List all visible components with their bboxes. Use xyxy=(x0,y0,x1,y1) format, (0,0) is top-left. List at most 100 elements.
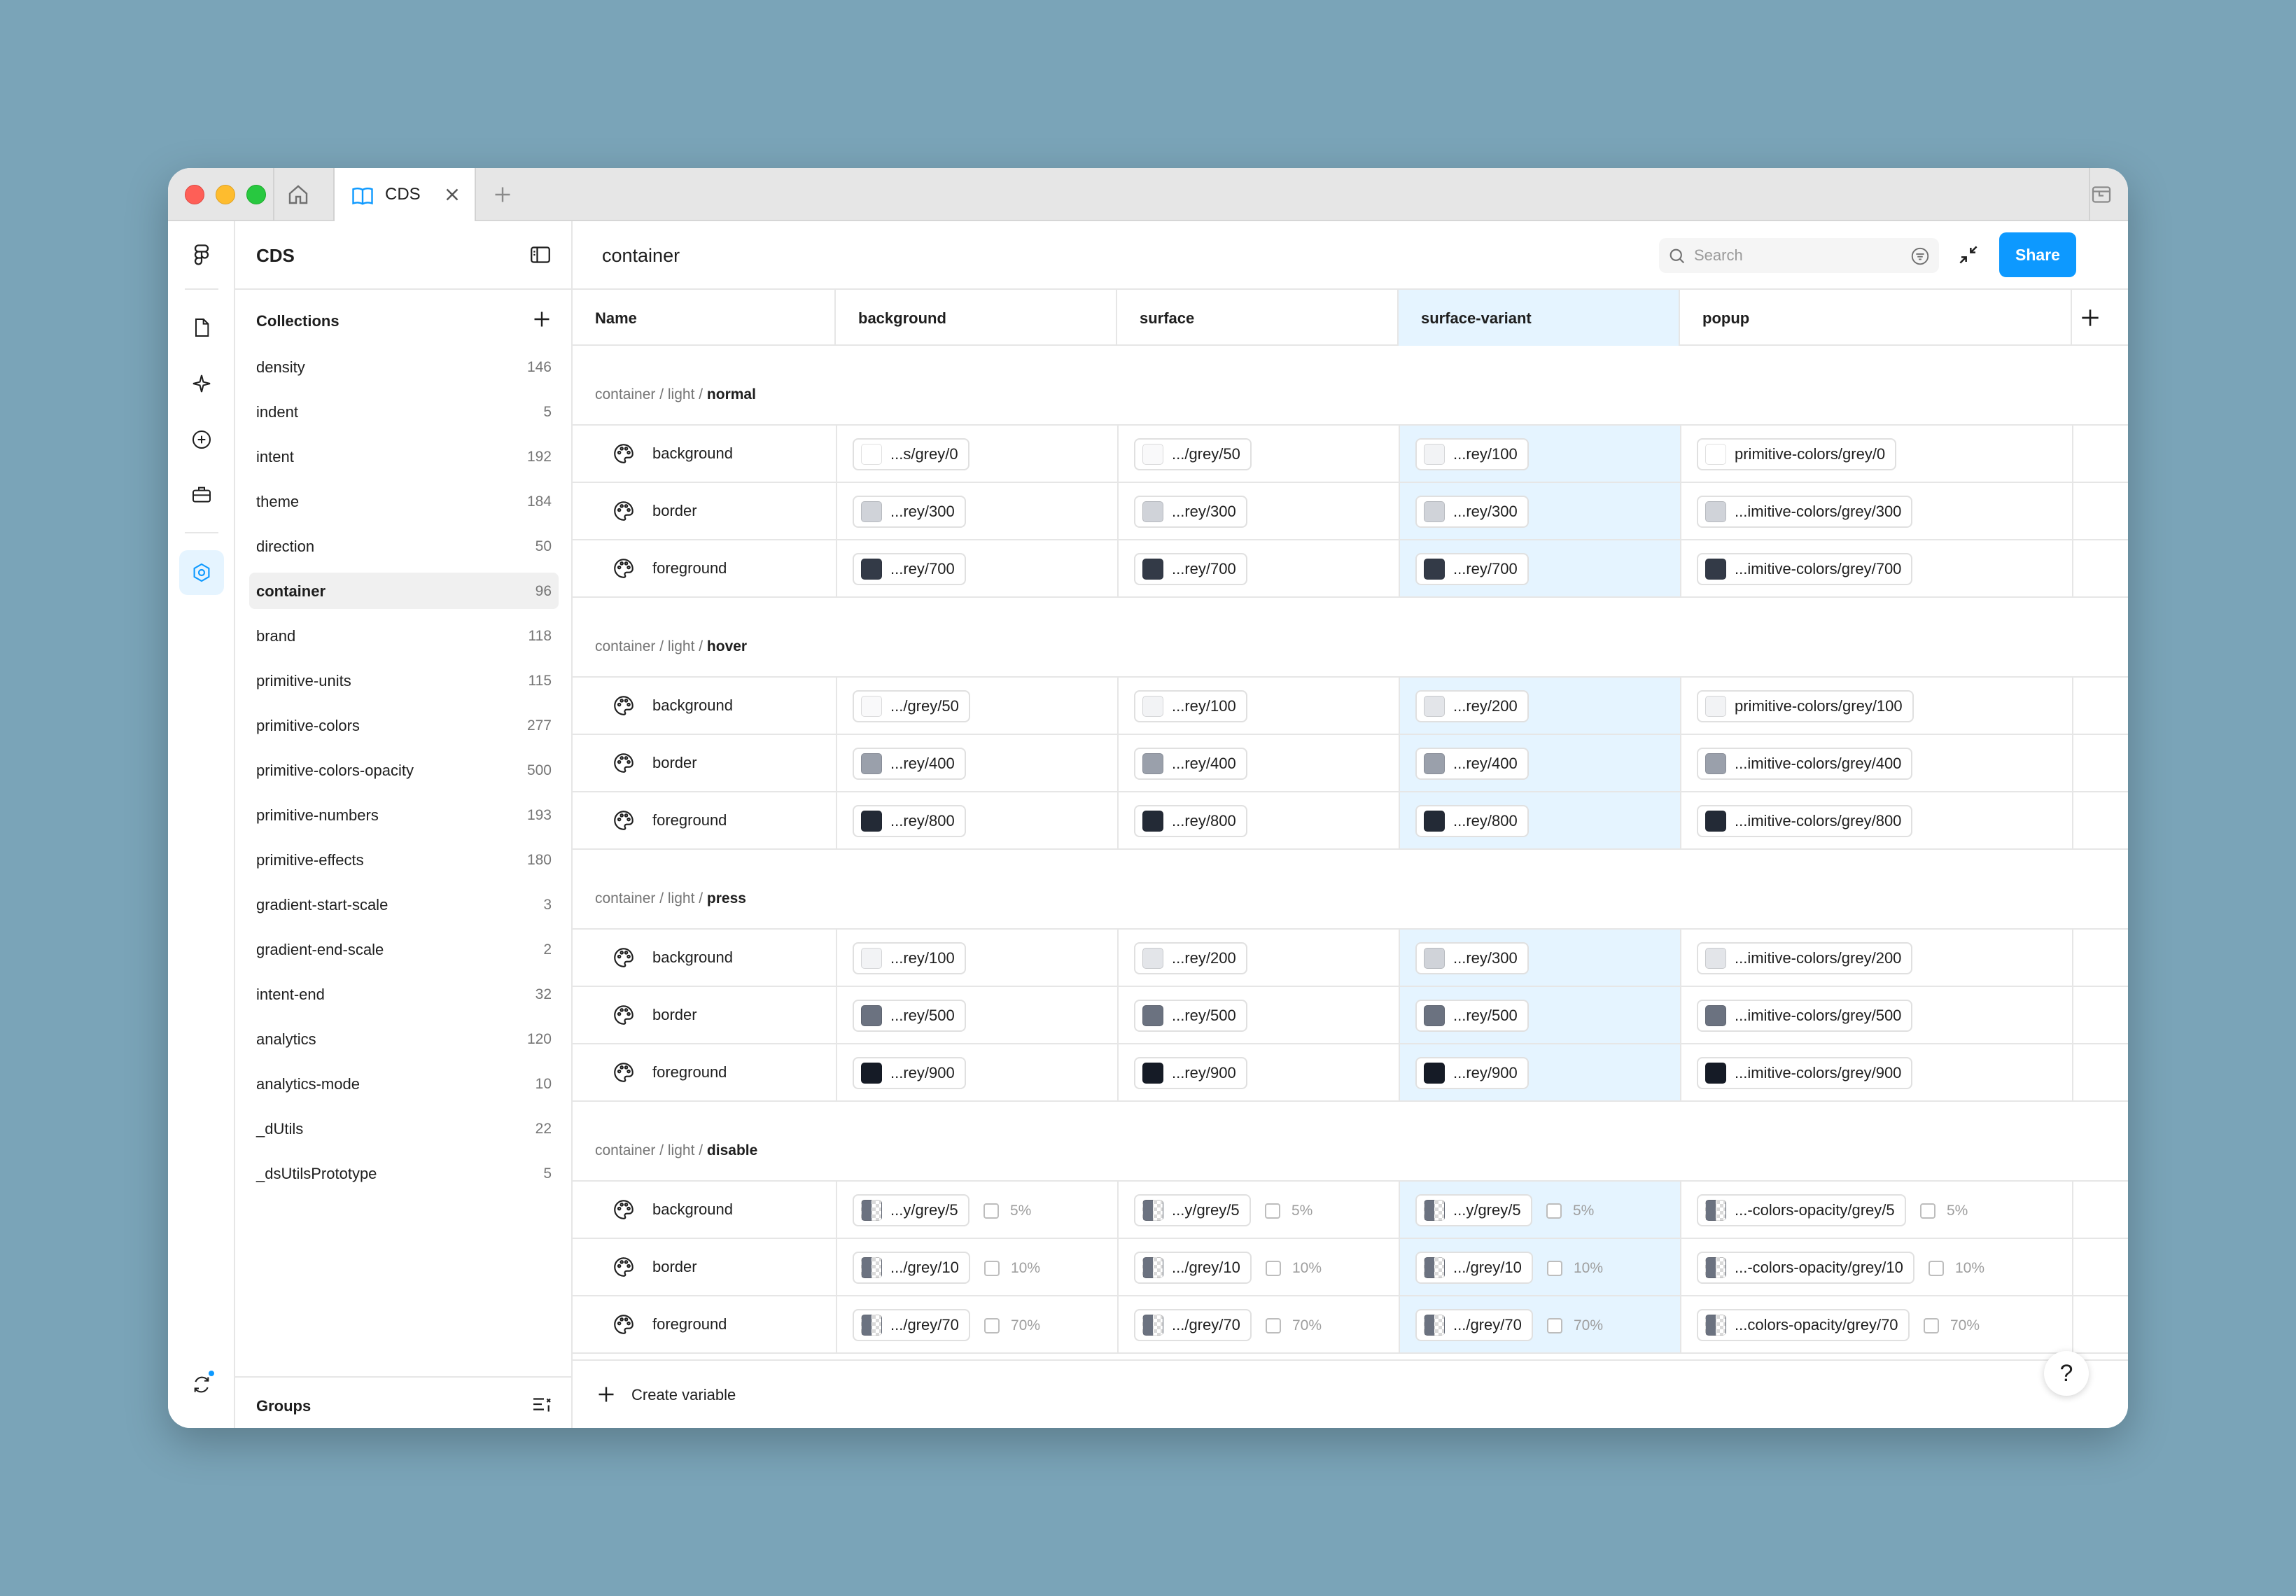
opacity-checkbox[interactable] xyxy=(983,1203,999,1219)
value-chip[interactable]: ...rey/200 xyxy=(1415,690,1529,722)
value-chip[interactable]: ...rey/700 xyxy=(853,553,966,585)
opacity-checkbox[interactable] xyxy=(1547,1318,1562,1334)
add-circle-icon[interactable] xyxy=(186,424,217,455)
opacity-checkbox[interactable] xyxy=(1546,1203,1562,1219)
collection-item[interactable]: intent 192 xyxy=(249,438,559,475)
collection-item[interactable]: direction 50 xyxy=(249,528,559,564)
value-chip[interactable]: ...colors-opacity/grey/70 xyxy=(1697,1309,1910,1341)
collection-item[interactable]: primitive-colors-opacity 500 xyxy=(249,752,559,788)
value-chip[interactable]: .../grey/70 xyxy=(853,1309,970,1341)
add-collection-button[interactable] xyxy=(529,307,554,332)
collection-item[interactable]: primitive-effects 180 xyxy=(249,841,559,878)
opacity-control[interactable]: 5% xyxy=(1546,1203,1594,1219)
value-chip[interactable]: ...rey/400 xyxy=(1415,748,1529,780)
collection-item[interactable]: analytics 120 xyxy=(249,1021,559,1057)
opacity-checkbox[interactable] xyxy=(1266,1261,1281,1276)
value-chip[interactable]: ...rey/200 xyxy=(1134,942,1247,974)
value-chip[interactable]: .../grey/50 xyxy=(1134,438,1252,470)
value-chip[interactable]: .../grey/10 xyxy=(1415,1252,1533,1284)
table-row[interactable]: foreground ...rey/900 ...rey/900 ...rey/900… xyxy=(573,1044,2128,1102)
table-row[interactable]: background ...y/grey/5 5% ...y/grey/5 5% ...y… xyxy=(573,1182,2128,1239)
collection-item[interactable]: primitive-numbers 193 xyxy=(249,797,559,833)
collection-item[interactable]: _dUtils 22 xyxy=(249,1110,559,1147)
sparkle-icon[interactable] xyxy=(186,368,217,399)
value-chip[interactable]: ...rey/700 xyxy=(1134,553,1247,585)
column-header-popup[interactable]: popup xyxy=(1680,290,2072,346)
value-chip[interactable]: ...imitive-colors/grey/300 xyxy=(1697,496,1913,528)
add-mode-button[interactable] xyxy=(2076,304,2104,332)
value-chip[interactable]: ...rey/100 xyxy=(853,942,966,974)
filter-icon[interactable] xyxy=(1910,246,1931,267)
collection-item[interactable]: density 146 xyxy=(249,349,559,385)
collection-item[interactable]: _dsUtilsPrototype 5 xyxy=(249,1155,559,1191)
value-chip[interactable]: ...rey/800 xyxy=(853,805,966,837)
variables-icon[interactable] xyxy=(186,557,217,588)
close-window-button[interactable] xyxy=(185,185,204,204)
tab-cds[interactable]: CDS xyxy=(335,168,475,223)
value-chip[interactable]: ...rey/400 xyxy=(853,748,966,780)
value-chip[interactable]: ...imitive-colors/grey/500 xyxy=(1697,1000,1913,1032)
create-variable-button[interactable]: Create variable xyxy=(573,1359,2128,1428)
collection-item[interactable]: gradient-start-scale 3 xyxy=(249,886,559,923)
value-chip[interactable]: ...y/grey/5 xyxy=(853,1194,969,1226)
value-chip[interactable]: primitive-colors/grey/100 xyxy=(1697,690,1914,722)
close-icon[interactable] xyxy=(440,182,465,207)
value-chip[interactable]: ...rey/500 xyxy=(1415,1000,1529,1032)
value-chip[interactable]: ...rey/900 xyxy=(853,1057,966,1089)
file-icon[interactable] xyxy=(186,312,217,343)
value-chip[interactable]: .../grey/10 xyxy=(1134,1252,1252,1284)
value-chip[interactable]: ...s/grey/0 xyxy=(853,438,969,470)
value-chip[interactable]: ...rey/700 xyxy=(1415,553,1529,585)
opacity-control[interactable]: 10% xyxy=(1266,1260,1322,1277)
value-chip[interactable]: ...imitive-colors/grey/900 xyxy=(1697,1057,1913,1089)
opacity-control[interactable]: 5% xyxy=(1265,1203,1312,1219)
opacity-control[interactable]: 10% xyxy=(984,1260,1040,1277)
opacity-checkbox[interactable] xyxy=(1265,1203,1280,1219)
value-chip[interactable]: ...imitive-colors/grey/200 xyxy=(1697,942,1913,974)
opacity-control[interactable]: 10% xyxy=(1928,1260,1984,1277)
value-chip[interactable]: ...rey/800 xyxy=(1134,805,1247,837)
opacity-control[interactable]: 10% xyxy=(1547,1260,1603,1277)
value-chip[interactable]: ...rey/300 xyxy=(1415,496,1529,528)
column-header-name[interactable]: Name xyxy=(573,290,836,346)
collection-item[interactable]: primitive-colors 277 xyxy=(249,707,559,743)
value-chip[interactable]: .../grey/70 xyxy=(1134,1309,1252,1341)
value-chip[interactable]: ...rey/500 xyxy=(1134,1000,1247,1032)
value-chip[interactable]: ...rey/100 xyxy=(1415,438,1529,470)
collection-item[interactable]: analytics-mode 10 xyxy=(249,1065,559,1102)
opacity-checkbox[interactable] xyxy=(1924,1318,1939,1334)
value-chip[interactable]: primitive-colors/grey/0 xyxy=(1697,438,1897,470)
opacity-checkbox[interactable] xyxy=(1266,1318,1281,1334)
column-header-background[interactable]: background xyxy=(836,290,1117,346)
opacity-control[interactable]: 5% xyxy=(983,1203,1031,1219)
search-input[interactable] xyxy=(1694,242,1897,269)
minimize-window-button[interactable] xyxy=(216,185,235,204)
opacity-checkbox[interactable] xyxy=(1920,1203,1935,1219)
table-row[interactable]: background ...rey/100 ...rey/200 ...rey/300… xyxy=(573,930,2128,987)
opacity-control[interactable]: 70% xyxy=(1547,1317,1603,1334)
table-row[interactable]: background ...s/grey/0 .../grey/50 ...rey/1… xyxy=(573,426,2128,483)
share-button[interactable]: Share xyxy=(1999,232,2076,277)
value-chip[interactable]: ...y/grey/5 xyxy=(1134,1194,1251,1226)
value-chip[interactable]: ...rey/900 xyxy=(1134,1057,1247,1089)
value-chip[interactable]: ...imitive-colors/grey/700 xyxy=(1697,553,1913,585)
value-chip[interactable]: ...imitive-colors/grey/400 xyxy=(1697,748,1913,780)
groups-sort-icon[interactable] xyxy=(529,1392,554,1417)
toolbox-icon[interactable] xyxy=(186,479,217,510)
value-chip[interactable]: ...rey/300 xyxy=(1134,496,1247,528)
table-row[interactable]: border ...rey/400 ...rey/400 ...rey/400 ...i… xyxy=(573,735,2128,792)
value-chip[interactable]: ...rey/100 xyxy=(1134,690,1247,722)
window-panel-icon[interactable] xyxy=(2089,182,2114,207)
collection-item[interactable]: brand 118 xyxy=(249,617,559,654)
opacity-checkbox[interactable] xyxy=(1547,1261,1562,1276)
collapse-icon[interactable] xyxy=(1954,241,1982,269)
opacity-control[interactable]: 70% xyxy=(1266,1317,1322,1334)
opacity-checkbox[interactable] xyxy=(984,1261,1000,1276)
zoom-window-button[interactable] xyxy=(246,185,266,204)
collection-item[interactable]: indent 5 xyxy=(249,393,559,430)
opacity-checkbox[interactable] xyxy=(984,1318,1000,1334)
help-button[interactable]: ? xyxy=(2044,1351,2089,1396)
value-chip[interactable]: ...-colors-opacity/grey/10 xyxy=(1697,1252,1914,1284)
sidebar-toggle-icon[interactable] xyxy=(528,242,553,267)
new-tab-button[interactable] xyxy=(490,182,515,207)
